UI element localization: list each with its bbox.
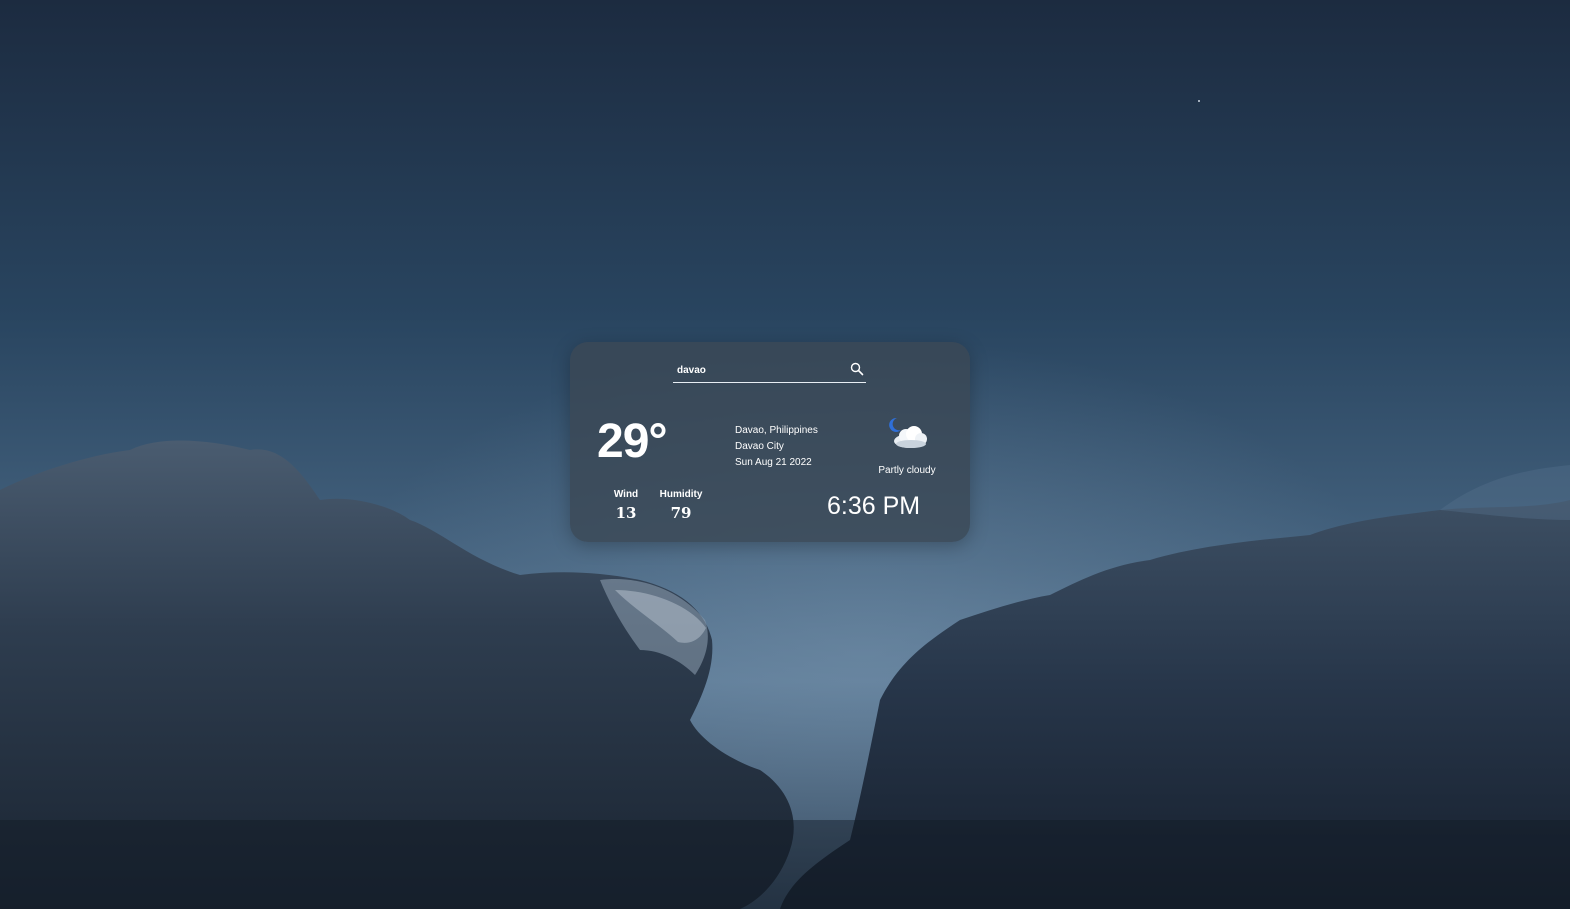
partly-cloudy-night-icon <box>884 414 934 454</box>
local-time: 6:36 PM <box>827 492 921 520</box>
wind-value: 13 <box>615 504 637 522</box>
wind-stat: Wind 13 <box>606 489 646 522</box>
date: Sun Aug 21 2022 <box>735 457 812 468</box>
city-name: Davao City <box>735 441 784 452</box>
weather-condition: Partly cloudy <box>878 465 936 476</box>
wind-label: Wind <box>613 489 639 500</box>
location-country: Davao, Philippines <box>735 425 818 436</box>
search-bar <box>673 358 866 383</box>
weather-card: 29° Davao, Philippines Davao City Sun Au… <box>570 342 970 542</box>
temperature: 29° <box>597 415 668 468</box>
humidity-label: Humidity <box>659 489 703 500</box>
search-icon[interactable] <box>850 362 864 376</box>
location-info: Davao, Philippines Davao City Sun Aug 21… <box>735 423 818 471</box>
humidity-value: 79 <box>670 504 692 522</box>
search-input[interactable] <box>677 361 837 379</box>
humidity-stat: Humidity 79 <box>654 489 708 522</box>
